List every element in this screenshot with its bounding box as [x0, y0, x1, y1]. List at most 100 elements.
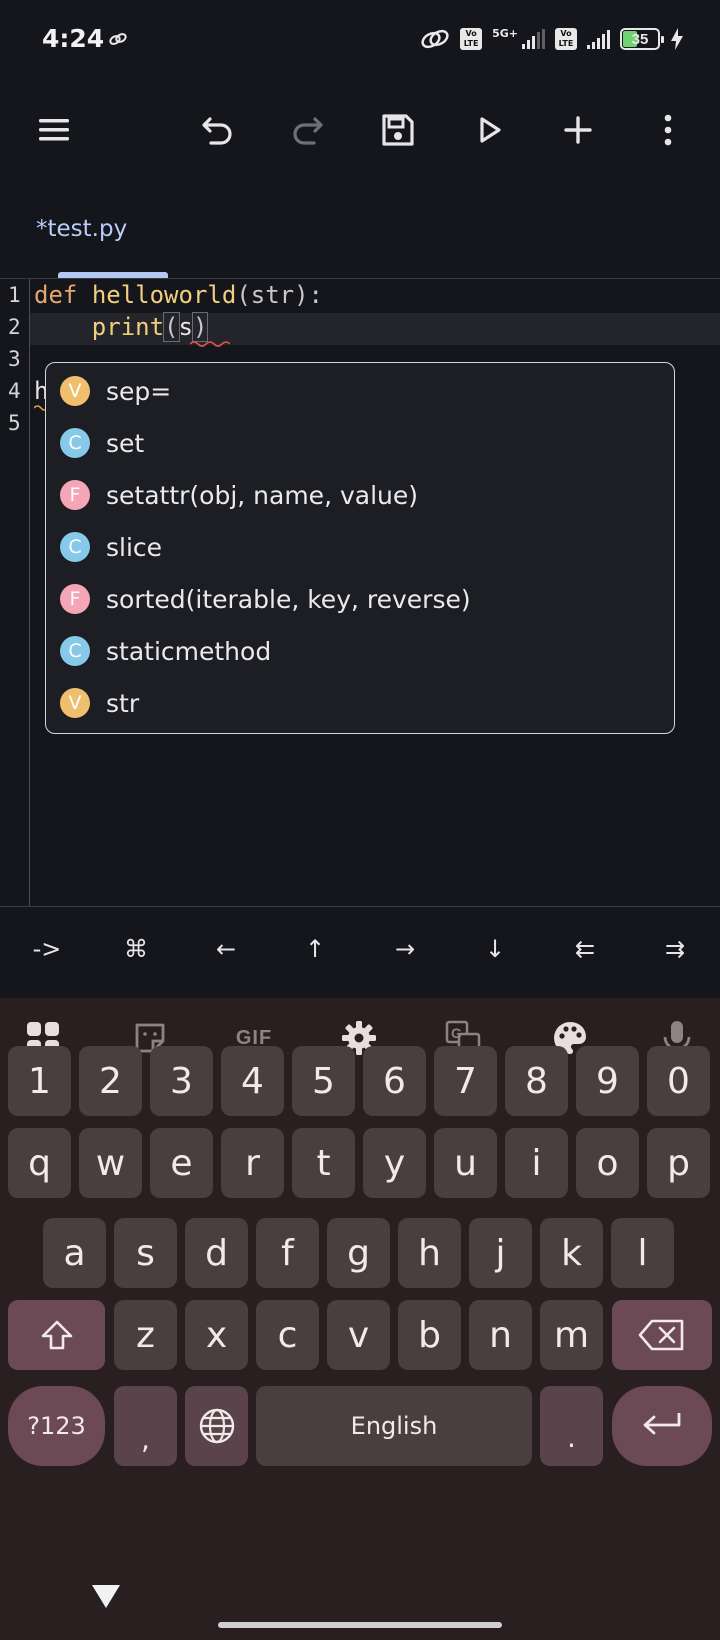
symbols-key[interactable]: ?123 — [8, 1386, 105, 1466]
signal-icon-2 — [587, 29, 610, 49]
signal-icon-1 — [522, 29, 545, 49]
comma-key[interactable]: , — [114, 1386, 177, 1466]
key-v[interactable]: v — [327, 1300, 390, 1370]
key-d[interactable]: d — [185, 1218, 248, 1288]
space-key[interactable]: English — [256, 1386, 532, 1466]
key-z[interactable]: z — [114, 1300, 177, 1370]
undo-button[interactable] — [194, 106, 242, 154]
key-q[interactable]: q — [8, 1128, 71, 1198]
gutter-divider — [29, 279, 30, 907]
key-k[interactable]: k — [540, 1218, 603, 1288]
extra-key-up[interactable]: ↑ — [290, 935, 340, 963]
key-u[interactable]: u — [434, 1128, 497, 1198]
key-w[interactable]: w — [79, 1128, 142, 1198]
redo-button[interactable] — [283, 106, 331, 154]
link-icon — [109, 33, 127, 45]
key-5[interactable]: 5 — [292, 1046, 355, 1116]
key-b[interactable]: b — [398, 1300, 461, 1370]
function-kind-icon: F — [60, 480, 90, 510]
key-0[interactable]: 0 — [647, 1046, 710, 1116]
svg-text:G: G — [451, 1025, 462, 1041]
key-1[interactable]: 1 — [8, 1046, 71, 1116]
completion-item[interactable]: F sorted(iterable, key, reverse) — [60, 579, 471, 619]
autocomplete-popup: V sep= C set F setattr(obj, name, value)… — [45, 362, 675, 734]
shift-key[interactable] — [8, 1300, 105, 1370]
key-7[interactable]: 7 — [434, 1046, 497, 1116]
key-8[interactable]: 8 — [505, 1046, 568, 1116]
editor-toolbar — [0, 92, 720, 166]
completion-item[interactable]: C slice — [60, 527, 162, 567]
completion-item[interactable]: V str — [60, 683, 139, 723]
key-n[interactable]: n — [469, 1300, 532, 1370]
key-6[interactable]: 6 — [363, 1046, 426, 1116]
key-r[interactable]: r — [221, 1128, 284, 1198]
completion-label: str — [106, 688, 140, 718]
key-h[interactable]: h — [398, 1218, 461, 1288]
completion-item[interactable]: C set — [60, 423, 144, 463]
key-g[interactable]: g — [327, 1218, 390, 1288]
extra-key-tab[interactable]: -> — [22, 935, 72, 963]
key-s[interactable]: s — [114, 1218, 177, 1288]
save-icon — [382, 114, 414, 146]
key-2[interactable]: 2 — [79, 1046, 142, 1116]
key-o[interactable]: o — [576, 1128, 639, 1198]
extra-key-shift-left[interactable]: ⇇ — [560, 935, 610, 963]
function-params: (str): — [236, 281, 324, 309]
more-button[interactable] — [644, 106, 692, 154]
extra-keys-bar: -> ⌘ ← ↑ → ↓ ⇇ ⇉ — [0, 906, 720, 998]
key-i[interactable]: i — [505, 1128, 568, 1198]
period-key[interactable]: . — [540, 1386, 603, 1466]
key-4[interactable]: 4 — [221, 1046, 284, 1116]
extra-key-left[interactable]: ← — [201, 935, 251, 963]
tab-test-py[interactable]: *test.py — [36, 216, 127, 242]
key-m[interactable]: m — [540, 1300, 603, 1370]
key-p[interactable]: p — [647, 1128, 710, 1198]
completion-item[interactable]: C staticmethod — [60, 631, 271, 671]
key-x[interactable]: x — [185, 1300, 248, 1370]
keyboard-hide-icon[interactable] — [90, 1582, 122, 1610]
key-a[interactable]: a — [43, 1218, 106, 1288]
key-y[interactable]: y — [363, 1128, 426, 1198]
function-name: helloworld — [91, 281, 237, 309]
completion-label: setattr(obj, name, value) — [106, 480, 418, 510]
completion-label: sep= — [106, 376, 172, 406]
language-key[interactable] — [185, 1386, 248, 1466]
add-button[interactable] — [554, 106, 602, 154]
backspace-key[interactable] — [612, 1300, 712, 1370]
battery-icon: 35 — [620, 28, 664, 50]
menu-button[interactable] — [30, 106, 78, 154]
function-kind-icon: F — [60, 584, 90, 614]
key-e[interactable]: e — [150, 1128, 213, 1198]
keyword-def: def — [34, 281, 78, 309]
key-t[interactable]: t — [292, 1128, 355, 1198]
enter-icon — [643, 1413, 681, 1435]
network-type: 5G+ — [492, 26, 518, 40]
home-indicator[interactable] — [218, 1622, 502, 1628]
class-kind-icon: C — [60, 636, 90, 666]
class-kind-icon: C — [60, 532, 90, 562]
enter-key[interactable] — [612, 1386, 712, 1466]
key-9[interactable]: 9 — [576, 1046, 639, 1116]
extra-key-right[interactable]: → — [380, 935, 430, 963]
volte-badge-1: Vo LTE — [460, 28, 483, 50]
status-time: 4:24 — [42, 24, 105, 53]
call-arg: s — [178, 313, 193, 341]
run-button[interactable] — [465, 106, 513, 154]
redo-icon — [293, 117, 323, 145]
key-c[interactable]: c — [256, 1300, 319, 1370]
charging-icon — [671, 28, 683, 50]
hotspot-link-icon — [421, 29, 449, 49]
extra-key-cmd[interactable]: ⌘ — [111, 935, 161, 963]
key-f[interactable]: f — [256, 1218, 319, 1288]
extra-key-down[interactable]: ↓ — [470, 935, 520, 963]
extra-key-shift-right[interactable]: ⇉ — [650, 935, 700, 963]
completion-item[interactable]: F setattr(obj, name, value) — [60, 475, 418, 515]
shift-icon — [41, 1320, 72, 1350]
key-3[interactable]: 3 — [150, 1046, 213, 1116]
code-line-2: print(s) — [34, 312, 209, 342]
completion-item[interactable]: V sep= — [60, 371, 171, 411]
key-j[interactable]: j — [469, 1218, 532, 1288]
key-l[interactable]: l — [611, 1218, 674, 1288]
save-button[interactable] — [374, 106, 422, 154]
